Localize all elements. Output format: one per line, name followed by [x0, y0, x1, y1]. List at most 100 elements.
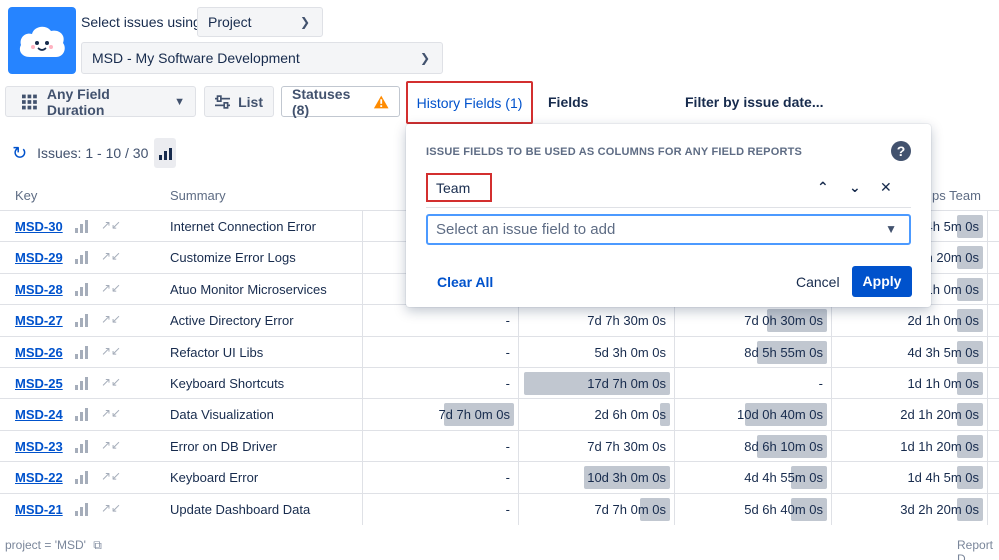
expand-icon[interactable]: ↗↙ [101, 438, 121, 452]
select-mode-dropdown[interactable]: Project ❯ [197, 7, 323, 37]
table-row[interactable]: MSD-25 ↗↙ Keyboard Shortcuts - 17d 7h 0m 0s -… [0, 367, 999, 399]
app-logo [8, 7, 76, 74]
remove-field-icon[interactable]: ✕ [880, 179, 892, 196]
fields-tab[interactable]: Fields [548, 86, 588, 117]
statuses-button[interactable]: Statuses (8) [281, 86, 400, 118]
any-field-duration-button[interactable]: Any Field Duration ▼ [5, 85, 196, 118]
expand-icon[interactable]: ↗↙ [101, 375, 121, 389]
bar-chart-icon[interactable] [75, 439, 88, 453]
expand-icon[interactable]: ↗↙ [101, 501, 121, 515]
table-row[interactable]: MSD-26 ↗↙ Refactor UI Libs - 5d 3h 0m 0s 8d 5… [0, 335, 999, 368]
duration-cell: 8d 5h 55m 0s [674, 336, 831, 368]
column-header-summary[interactable]: Summary [170, 188, 226, 203]
apply-button[interactable]: Apply [852, 266, 912, 297]
duration-cell: 1d 1h 0m 0s [831, 368, 987, 399]
issue-field-placeholder: Select an issue field to add [436, 221, 616, 238]
bar-chart-icon[interactable] [75, 345, 88, 359]
refresh-icon[interactable]: ↻ [12, 143, 27, 164]
column-header-key[interactable]: Key [15, 188, 37, 203]
issue-field-select[interactable]: Select an issue field to add ▼ [426, 214, 911, 245]
issue-key-link[interactable]: MSD-22 [15, 470, 63, 485]
partial-cell [987, 211, 999, 242]
history-fields-tab[interactable]: History Fields (1) [406, 81, 533, 124]
duration-value: 7d 7h 0m 0s [594, 501, 666, 517]
jql-text: project = 'MSD' ⧉ [5, 538, 102, 552]
cancel-button[interactable]: Cancel [796, 274, 840, 290]
issue-key-link[interactable]: MSD-27 [15, 313, 63, 328]
partial-cell [987, 273, 999, 305]
bar-chart-icon[interactable] [75, 376, 88, 390]
chart-toggle-icon[interactable] [154, 138, 177, 168]
duration-value: 8d 5h 55m 0s [744, 344, 823, 360]
duration-cell: 2d 1h 0m 0s [831, 305, 987, 337]
duration-value: - [505, 501, 510, 517]
duration-cell: 8d 6h 10m 0s [674, 430, 831, 462]
issue-key-link[interactable]: MSD-30 [15, 219, 63, 234]
expand-icon[interactable]: ↗↙ [101, 312, 121, 326]
duration-cell: - [362, 368, 518, 399]
bar-chart-icon[interactable] [75, 250, 88, 265]
duration-value: 7d 0h 30m 0s [744, 313, 823, 329]
duration-cell: 5d 6h 40m 0s [674, 493, 831, 525]
project-dropdown[interactable]: MSD - My Software Development ❯ [81, 42, 443, 74]
duration-value: 1h 0m 0s [925, 281, 979, 297]
expand-icon[interactable]: ↗↙ [101, 218, 121, 232]
clear-all-button[interactable]: Clear All [437, 274, 493, 290]
column-header-team[interactable]: ps Team [932, 188, 981, 203]
issue-key-link[interactable]: MSD-21 [15, 502, 63, 517]
duration-value: - [505, 313, 510, 329]
sliders-icon [215, 94, 231, 109]
duration-value: 10d 0h 40m 0s [736, 407, 823, 423]
bar-chart-icon[interactable] [75, 470, 88, 485]
expand-icon[interactable]: ↗↙ [101, 249, 121, 263]
table-row[interactable]: MSD-24 ↗↙ Data Visualization 7d 7h 0m 0s 2d … [0, 398, 999, 431]
table-row[interactable]: MSD-22 ↗↙ Keyboard Error - 10d 3h 0m 0s 4d 4h… [0, 461, 999, 494]
duration-value: 7d 7h 30m 0s [587, 438, 666, 454]
duration-value: 7d 7h 0m 0s [438, 407, 510, 423]
duration-value: 5d 3h 0m 0s [594, 344, 666, 360]
issue-key-link[interactable]: MSD-24 [15, 407, 63, 422]
duration-value: 17d 7h 0m 0s [587, 376, 666, 391]
issue-summary: Error on DB Driver [170, 438, 277, 454]
move-up-icon[interactable]: ⌃ [817, 179, 829, 196]
issue-key-link[interactable]: MSD-28 [15, 282, 63, 297]
duration-cell: - [362, 493, 518, 525]
issue-key-link[interactable]: MSD-23 [15, 439, 63, 454]
duration-cell: 7d 7h 0m 0s [518, 493, 674, 525]
any-field-duration-label: Any Field Duration [46, 85, 110, 118]
external-link-icon[interactable]: ⧉ [93, 538, 102, 552]
bar-chart-icon[interactable] [75, 282, 88, 296]
expand-icon[interactable]: ↗↙ [101, 469, 121, 483]
bar-chart-icon[interactable] [75, 219, 88, 233]
issue-key-link[interactable]: MSD-29 [15, 250, 63, 265]
partial-cell [987, 242, 999, 274]
table-row[interactable]: MSD-23 ↗↙ Error on DB Driver - 7d 7h 30m 0s 8… [0, 429, 999, 462]
help-icon[interactable]: ? [891, 141, 911, 161]
issue-key-link[interactable]: MSD-26 [15, 345, 63, 360]
expand-icon[interactable]: ↗↙ [101, 281, 121, 295]
table-row[interactable]: MSD-27 ↗↙ Active Directory Error - 7d 7h 30m… [0, 304, 999, 337]
move-down-icon[interactable]: ⌄ [849, 179, 861, 196]
duration-cell: - [362, 430, 518, 462]
filter-by-date-tab[interactable]: Filter by issue date... [685, 86, 824, 117]
chevron-down-icon: ▼ [174, 95, 185, 108]
expand-icon[interactable]: ↗↙ [101, 344, 121, 358]
popover-title: ISSUE FIELDS TO BE USED AS COLUMNS FOR A… [426, 146, 803, 158]
duration-value: - [818, 376, 823, 391]
select-mode-value: Project [208, 14, 252, 30]
bar-chart-icon[interactable] [75, 313, 88, 328]
duration-cell: 17d 7h 0m 0s [518, 368, 674, 399]
duration-cell: 5d 3h 0m 0s [518, 336, 674, 368]
list-button[interactable]: List [204, 86, 274, 117]
bar-chart-icon[interactable] [75, 502, 88, 516]
table-row[interactable]: MSD-21 ↗↙ Update Dashboard Data - 7d 7h 0m 0… [0, 492, 999, 525]
bar-chart-icon[interactable] [75, 407, 88, 422]
expand-icon[interactable]: ↗↙ [101, 406, 121, 420]
issue-summary: Refactor UI Libs [170, 344, 264, 360]
partial-cell [987, 368, 999, 399]
issue-summary: Update Dashboard Data [170, 501, 311, 517]
duration-cell: 1d 1h 20m 0s [831, 430, 987, 462]
issue-key-link[interactable]: MSD-25 [15, 376, 63, 391]
chevron-down-icon: ▼ [885, 222, 897, 236]
partial-cell [987, 493, 999, 525]
